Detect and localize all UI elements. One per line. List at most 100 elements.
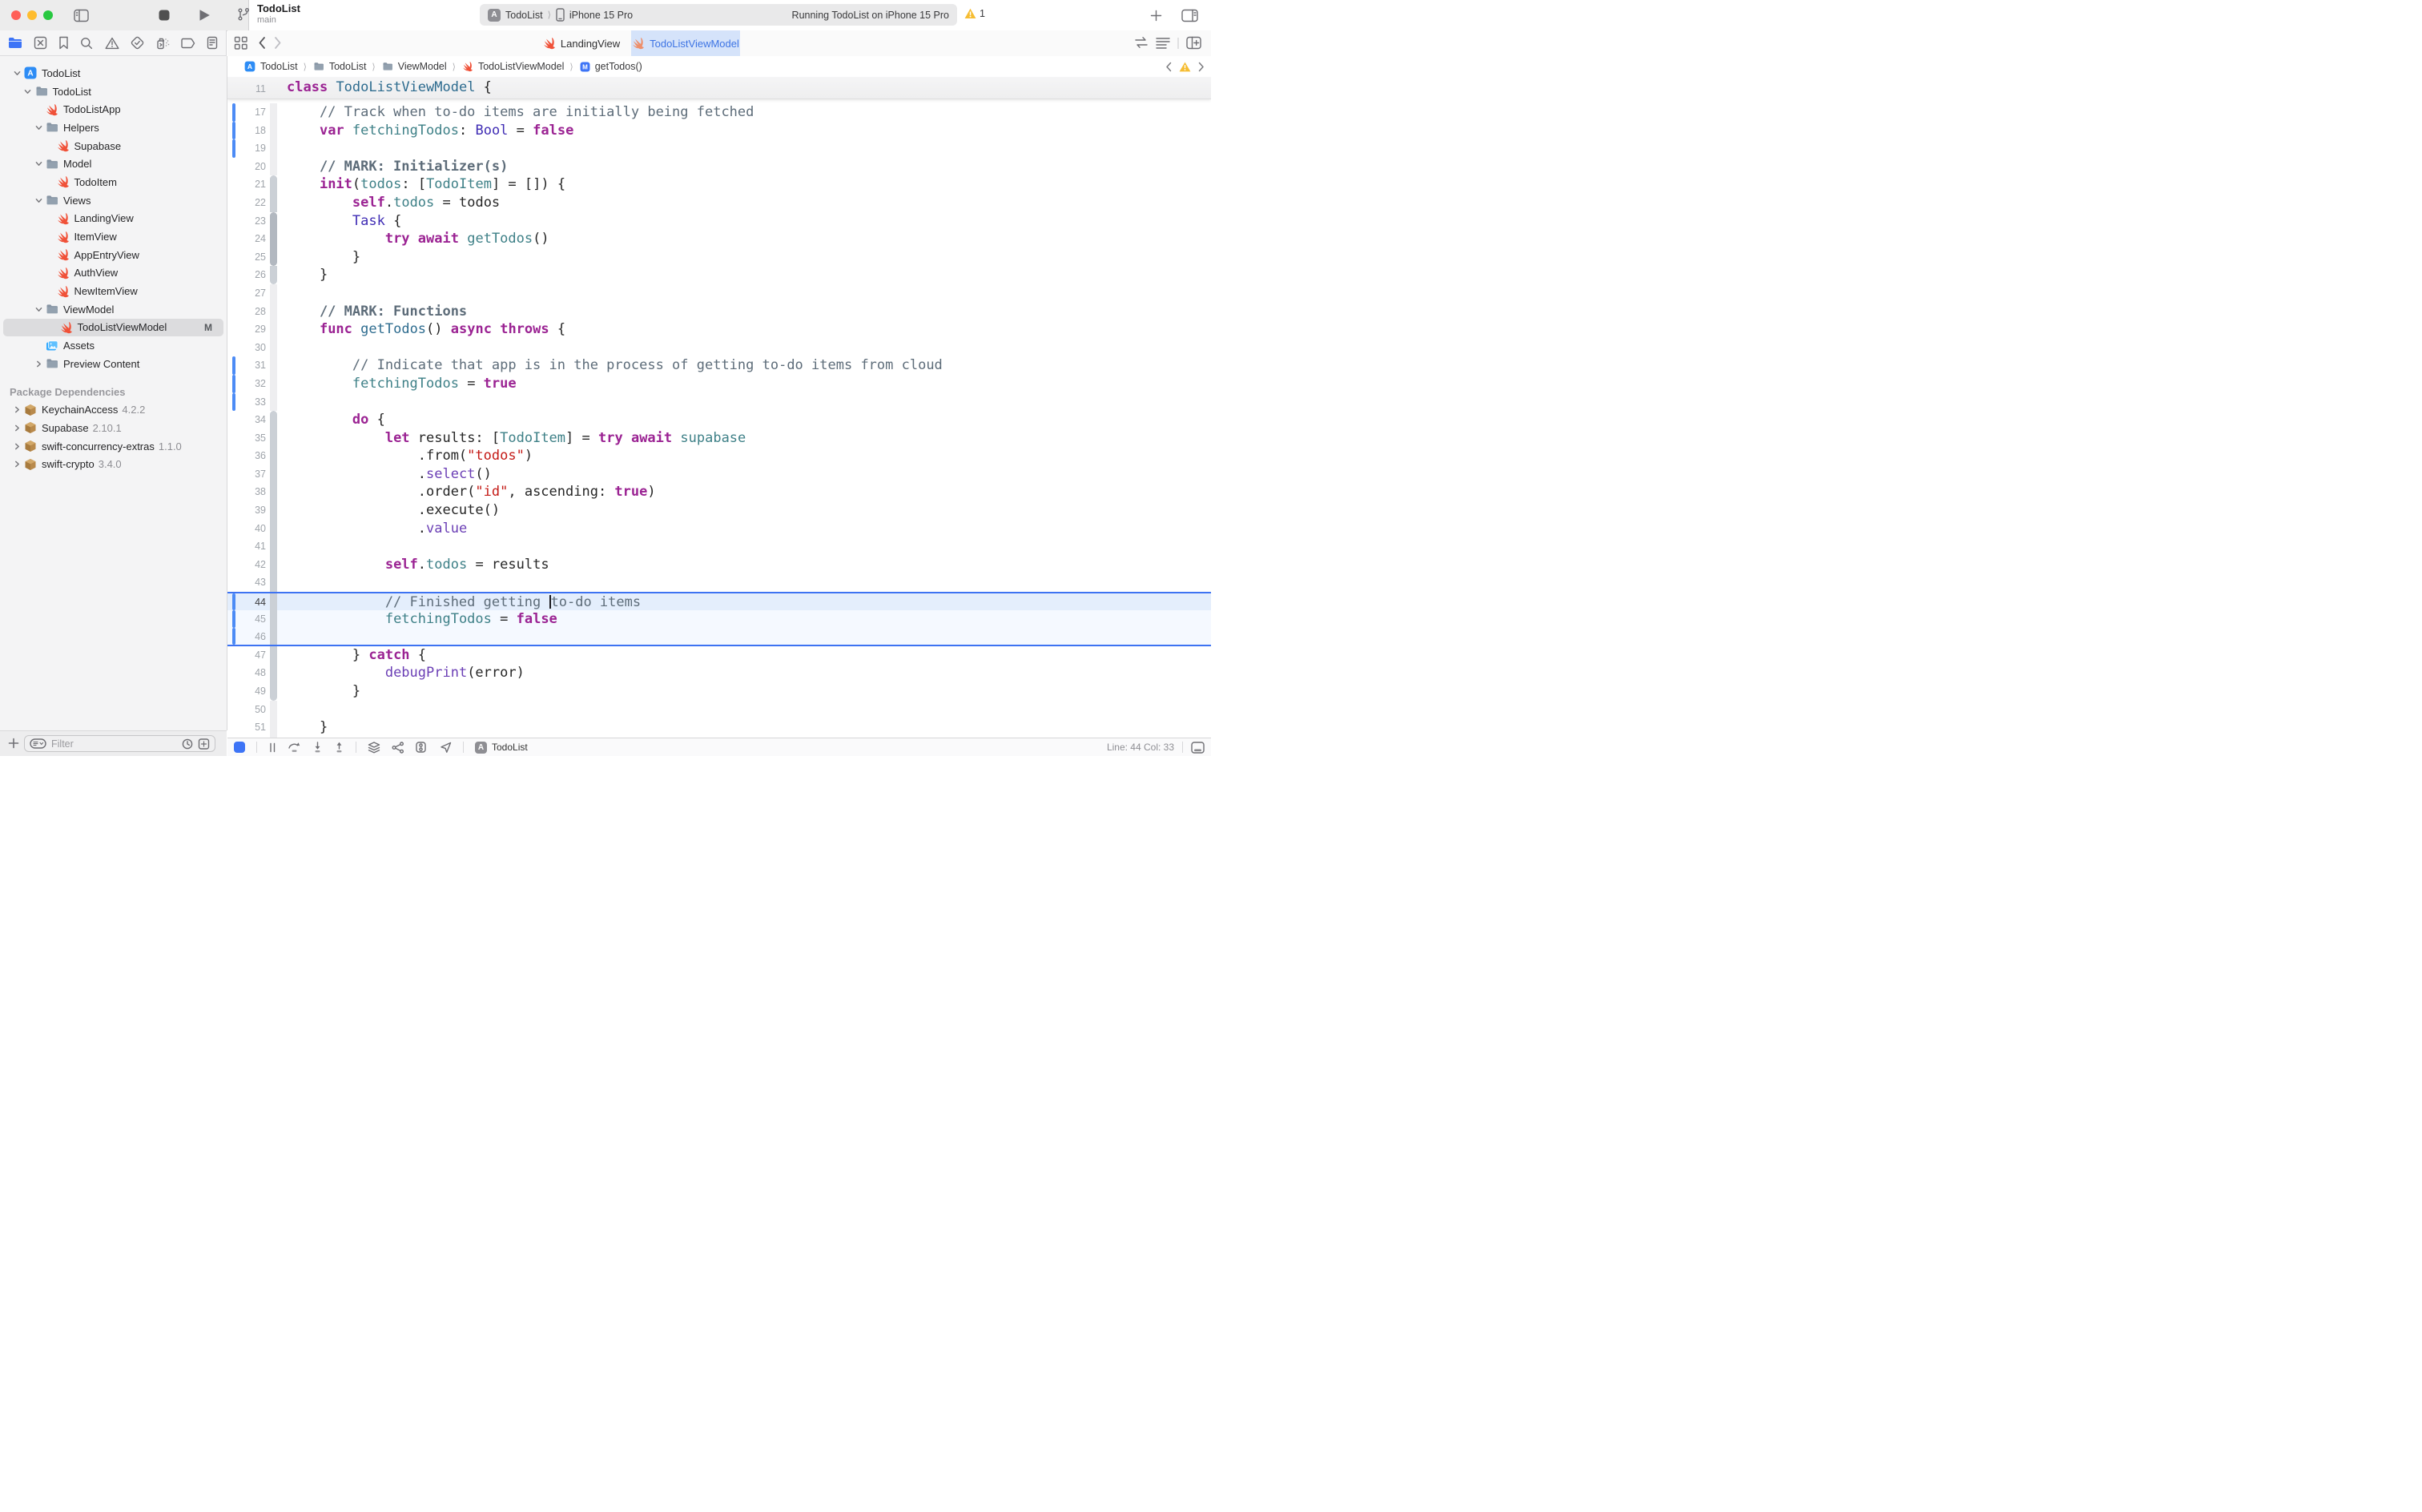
- sidebar-item-preview-content[interactable]: Preview Content: [0, 355, 227, 373]
- code-text[interactable]: // MARK: Functions: [287, 303, 467, 321]
- code-line-17[interactable]: 17 // Track when to-do items are initial…: [227, 103, 1211, 122]
- sidebar-item-todolist[interactable]: TodoList: [0, 82, 227, 101]
- code-line-39[interactable]: 39 .execute(): [227, 501, 1211, 520]
- bookmark-navigator-icon[interactable]: [58, 36, 69, 50]
- code-line-23[interactable]: 23 Task {: [227, 212, 1211, 231]
- code-text[interactable]: self.todos = todos: [287, 194, 500, 212]
- code-line-47[interactable]: 47 } catch {: [227, 646, 1211, 665]
- add-item-plus-icon[interactable]: [8, 738, 19, 749]
- line-number[interactable]: 29: [227, 320, 266, 339]
- code-text[interactable]: }: [287, 718, 328, 737]
- code-fold-ribbon[interactable]: [270, 664, 277, 682]
- line-number[interactable]: 21: [227, 175, 266, 194]
- code-fold-ribbon[interactable]: [270, 212, 277, 231]
- sidebar-item-todoitem[interactable]: TodoItem: [0, 173, 227, 191]
- code-line-18[interactable]: 18 var fetchingTodos: Bool = false: [227, 122, 1211, 140]
- code-text[interactable]: }: [287, 248, 360, 267]
- code-text[interactable]: .value: [287, 520, 467, 538]
- chevron-right-icon[interactable]: [34, 360, 43, 368]
- sidebar-item-swift-crypto[interactable]: swift-crypto3.4.0: [0, 455, 227, 473]
- code-fold-ribbon[interactable]: [270, 610, 277, 629]
- code-line-41[interactable]: 41: [227, 537, 1211, 556]
- code-line-45[interactable]: 45 fetchingTodos = false: [227, 610, 1211, 629]
- code-fold-ribbon[interactable]: [270, 339, 277, 357]
- previous-issue-icon[interactable]: [1165, 62, 1172, 72]
- code-text[interactable]: fetchingTodos = false: [287, 610, 557, 629]
- code-text[interactable]: } catch {: [287, 646, 426, 665]
- sidebar-item-helpers[interactable]: Helpers: [0, 119, 227, 137]
- code-text[interactable]: // MARK: Initializer(s): [287, 158, 508, 176]
- code-fold-ribbon[interactable]: [270, 393, 277, 412]
- sidebar-item-viewmodel[interactable]: ViewModel: [0, 300, 227, 319]
- code-line-28[interactable]: 28 // MARK: Functions: [227, 303, 1211, 321]
- code-text[interactable]: let results: [TodoItem] = try await supa…: [287, 429, 746, 448]
- breadcrumb-item-viewmodel[interactable]: ViewModel: [381, 60, 447, 73]
- code-fold-ribbon[interactable]: [270, 284, 277, 303]
- code-line-30[interactable]: 30: [227, 339, 1211, 357]
- sidebar-item-itemview[interactable]: ItemView: [0, 227, 227, 246]
- code-text[interactable]: .execute(): [287, 501, 500, 520]
- code-text[interactable]: Task {: [287, 212, 401, 231]
- toggle-navigator-icon[interactable]: [70, 6, 91, 24]
- environment-overrides-icon[interactable]: [416, 742, 428, 753]
- line-number[interactable]: 31: [227, 356, 266, 375]
- line-number[interactable]: 18: [227, 122, 266, 140]
- code-fold-ribbon[interactable]: [270, 447, 277, 465]
- code-text[interactable]: .select(): [287, 465, 492, 484]
- test-navigator-icon[interactable]: [131, 36, 144, 50]
- warning-count-badge[interactable]: 1: [964, 8, 985, 19]
- code-fold-ribbon[interactable]: [270, 593, 277, 610]
- code-fold-ribbon[interactable]: [270, 122, 277, 140]
- code-line-48[interactable]: 48 debugPrint(error): [227, 664, 1211, 682]
- line-number[interactable]: 36: [227, 447, 266, 465]
- split-editor-icon[interactable]: [1186, 36, 1201, 50]
- code-line-35[interactable]: 35 let results: [TodoItem] = try await s…: [227, 429, 1211, 448]
- sidebar-item-supabase[interactable]: Supabase2.10.1: [0, 419, 227, 437]
- code-fold-ribbon[interactable]: [270, 646, 277, 665]
- line-number[interactable]: 27: [227, 284, 266, 303]
- line-number[interactable]: 45: [227, 610, 266, 629]
- adjust-editor-options-icon[interactable]: [1155, 36, 1171, 49]
- run-button[interactable]: [194, 6, 215, 24]
- sidebar-item-todolist[interactable]: ATodoList: [0, 64, 227, 82]
- filter-field[interactable]: Filter: [24, 735, 215, 752]
- code-line-51[interactable]: 51 }: [227, 718, 1211, 737]
- code-fold-ribbon[interactable]: [270, 375, 277, 393]
- code-fold-ribbon[interactable]: [270, 194, 277, 212]
- code-fold-ribbon[interactable]: [270, 501, 277, 520]
- line-number[interactable]: 35: [227, 429, 266, 448]
- chevron-right-icon[interactable]: [12, 443, 22, 450]
- code-fold-ribbon[interactable]: [270, 356, 277, 375]
- step-over-icon[interactable]: [288, 742, 301, 753]
- code-line-38[interactable]: 38 .order("id", ascending: true): [227, 483, 1211, 501]
- line-number[interactable]: 51: [227, 718, 266, 737]
- issue-warning-icon[interactable]: [1179, 62, 1191, 72]
- code-fold-ribbon[interactable]: [270, 175, 277, 194]
- code-fold-ribbon[interactable]: [270, 465, 277, 484]
- code-fold-ribbon[interactable]: [270, 520, 277, 538]
- code-fold-ribbon[interactable]: [270, 78, 277, 97]
- step-out-icon[interactable]: [334, 742, 344, 753]
- line-number[interactable]: 19: [227, 139, 266, 158]
- source-editor[interactable]: 11class TodoListViewModel { 17 // Track …: [227, 77, 1211, 756]
- add-editor-plus-button[interactable]: [1145, 6, 1166, 24]
- code-text[interactable]: func getTodos() async throws {: [287, 320, 565, 339]
- code-line-43[interactable]: 43: [227, 573, 1211, 592]
- line-number[interactable]: 20: [227, 158, 266, 176]
- line-number[interactable]: 24: [227, 230, 266, 248]
- breakpoints-toggle-button[interactable]: [234, 742, 245, 753]
- chevron-down-icon[interactable]: [34, 306, 43, 313]
- sidebar-item-swift-concurrency-extras[interactable]: swift-concurrency-extras1.1.0: [0, 437, 227, 456]
- chevron-down-icon[interactable]: [34, 124, 43, 131]
- code-text[interactable]: // Indicate that app is in the process o…: [287, 356, 943, 375]
- code-line-29[interactable]: 29 func getTodos() async throws {: [227, 320, 1211, 339]
- chevron-down-icon[interactable]: [34, 160, 43, 167]
- sticky-declaration-header[interactable]: 11class TodoListViewModel {: [227, 77, 1211, 99]
- sidebar-item-todolistapp[interactable]: TodoListApp: [0, 100, 227, 119]
- code-line-26[interactable]: 26 }: [227, 266, 1211, 284]
- line-number[interactable]: 28: [227, 303, 266, 321]
- code-text[interactable]: do {: [287, 411, 385, 429]
- search-navigator-icon[interactable]: [80, 37, 93, 50]
- line-number[interactable]: 47: [227, 646, 266, 665]
- code-fold-ribbon[interactable]: [270, 411, 277, 429]
